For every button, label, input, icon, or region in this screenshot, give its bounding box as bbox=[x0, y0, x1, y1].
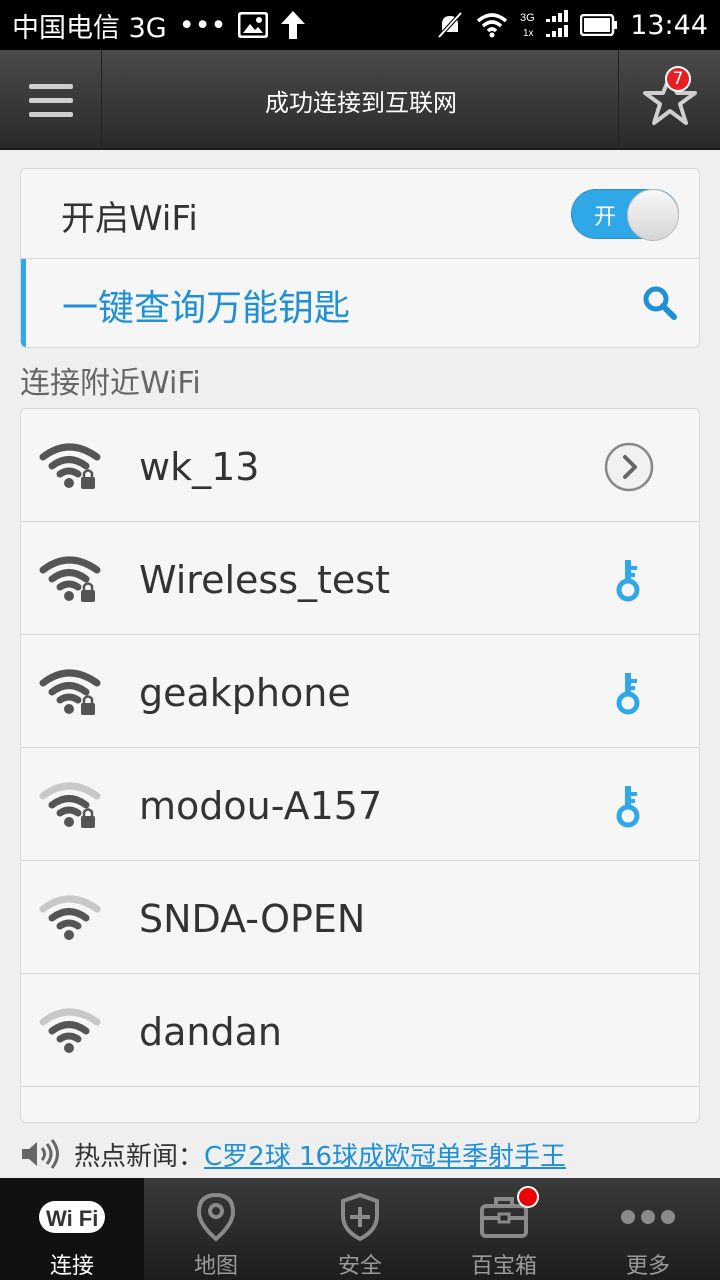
wifi-list-item[interactable]: wk_13 bbox=[21, 409, 699, 522]
wifi-locked-medium-icon bbox=[39, 782, 101, 828]
nav-connect[interactable]: Wi Fi 连接 bbox=[0, 1178, 144, 1280]
speaker-icon bbox=[22, 1139, 59, 1169]
more-notifications-dots: ••• bbox=[178, 9, 227, 41]
page-title: 成功连接到互联网 bbox=[265, 88, 457, 117]
nav-more[interactable]: 更多 bbox=[576, 1178, 720, 1280]
status-bar: 中国电信 3G ••• 3G 1x 13:44 bbox=[0, 0, 720, 50]
wifi-toggle-row: 开启WiFi 开 bbox=[21, 169, 699, 259]
news-prefix: 热点新闻： bbox=[74, 1141, 205, 1172]
wifi-name: wk_13 bbox=[139, 445, 260, 489]
wifi-list-item[interactable]: dandan bbox=[21, 974, 699, 1087]
cellular-signal-icon: 3G 1x bbox=[520, 10, 569, 40]
nav-map[interactable]: 地图 bbox=[144, 1178, 288, 1280]
news-headline-link[interactable]: C罗2球 16球成欧冠单季射手王 bbox=[204, 1136, 566, 1173]
search-icon bbox=[643, 286, 677, 320]
wifi-logo-icon: Wi Fi bbox=[38, 1190, 106, 1244]
key-query-row[interactable]: 一键查询万能钥匙 bbox=[21, 259, 699, 347]
menu-button[interactable] bbox=[0, 50, 102, 150]
chevron-right-icon[interactable] bbox=[603, 441, 655, 493]
wifi-list-item[interactable]: Wireless_test bbox=[21, 522, 699, 635]
wifi-toggle-switch[interactable]: 开 bbox=[571, 189, 679, 241]
key-icon[interactable] bbox=[603, 554, 655, 606]
wifi-name: SNDA-OPEN bbox=[139, 897, 366, 941]
bottom-nav: Wi Fi 连接 地图 安全 百宝箱 更多 bbox=[0, 1178, 720, 1280]
network-type-3g: 3G bbox=[520, 12, 535, 24]
wifi-locked-strong-icon bbox=[39, 443, 101, 489]
nav-label: 更多 bbox=[625, 1254, 670, 1279]
wifi-list: wk_13 Wireless_test geakphone modou-A157… bbox=[20, 408, 700, 1123]
wifi-locked-strong-icon bbox=[39, 669, 101, 715]
nearby-wifi-heading: 连接附近WiFi bbox=[20, 366, 201, 401]
wifi-toggle-label: 开启WiFi bbox=[61, 199, 198, 239]
wifi-name: Wireless_test bbox=[139, 558, 390, 602]
wifi-list-item[interactable]: modou-A157 bbox=[21, 748, 699, 861]
wifi-name: dandan bbox=[139, 1010, 282, 1054]
wifi-name: geakphone bbox=[139, 671, 351, 715]
mute-bell-icon bbox=[436, 11, 464, 39]
image-icon bbox=[238, 12, 269, 38]
nav-label: 连接 bbox=[49, 1254, 94, 1279]
wifi-name: modou-A157 bbox=[139, 784, 383, 828]
more-dots-icon bbox=[619, 1190, 677, 1244]
notification-badge: 7 bbox=[665, 66, 691, 92]
wifi-open-medium-icon bbox=[39, 1008, 101, 1053]
nav-toolbox[interactable]: 百宝箱 bbox=[432, 1178, 576, 1280]
key-icon[interactable] bbox=[603, 780, 655, 832]
new-item-dot bbox=[517, 1186, 539, 1208]
wifi-list-item[interactable]: SNDA-OPEN bbox=[21, 861, 699, 974]
battery-icon bbox=[580, 14, 618, 36]
toggle-knob bbox=[627, 189, 679, 241]
nav-label: 地图 bbox=[193, 1254, 238, 1279]
wifi-open-medium-icon bbox=[39, 895, 101, 940]
wifi-list-item[interactable]: geakphone bbox=[21, 635, 699, 748]
map-pin-icon bbox=[196, 1190, 236, 1244]
favorites-button[interactable] bbox=[618, 50, 720, 150]
nav-security[interactable]: 安全 bbox=[288, 1178, 432, 1280]
news-ticker: 热点新闻： C罗2球 16球成欧冠单季射手王 bbox=[20, 1134, 710, 1174]
upload-arrow-icon bbox=[280, 10, 306, 40]
toggle-state-text: 开 bbox=[594, 205, 617, 230]
network-type-1x: 1x bbox=[523, 28, 534, 39]
carrier-label: 中国电信 3G bbox=[12, 12, 167, 44]
hamburger-icon bbox=[28, 84, 73, 117]
app-header: 成功连接到互联网 bbox=[0, 50, 720, 150]
clock: 13:44 bbox=[630, 9, 708, 41]
wifi-locked-strong-icon bbox=[39, 556, 101, 602]
wifi-status-icon bbox=[476, 12, 508, 38]
nav-label: 安全 bbox=[337, 1254, 382, 1279]
nav-label: 百宝箱 bbox=[470, 1254, 537, 1279]
key-query-label: 一键查询万能钥匙 bbox=[62, 288, 351, 329]
wifi-logo-text: Wi Fi bbox=[46, 1206, 98, 1231]
key-icon[interactable] bbox=[603, 667, 655, 719]
shield-icon bbox=[339, 1190, 381, 1244]
wifi-control-card: 开启WiFi 开 一键查询万能钥匙 bbox=[20, 168, 700, 348]
